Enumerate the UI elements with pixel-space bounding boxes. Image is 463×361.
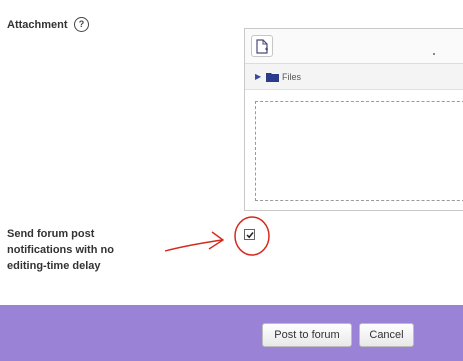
expand-arrow-icon[interactable]: ▶: [255, 72, 261, 81]
path-label-files[interactable]: Files: [282, 72, 301, 82]
question-circle-icon[interactable]: ?: [74, 17, 89, 32]
add-file-icon: [256, 39, 268, 54]
file-manager-toolbar: [245, 29, 463, 64]
cancel-button[interactable]: Cancel: [359, 323, 414, 347]
attachment-label: Attachment: [7, 19, 68, 31]
send-notifications-label: Send forum post notifications with no ed…: [7, 228, 114, 272]
annotation-arrow-head: [208, 231, 225, 250]
file-manager: ▶ Files: [244, 28, 463, 211]
folder-icon: [266, 73, 279, 82]
annotation-arrow: [164, 239, 223, 252]
toolbar-dot: [433, 53, 435, 55]
no-delay-checkbox[interactable]: [244, 229, 255, 240]
post-to-forum-button[interactable]: Post to forum: [262, 323, 352, 347]
add-file-button[interactable]: [251, 35, 273, 57]
form-footer: Post to forum Cancel: [0, 305, 463, 361]
checkmark-icon: [246, 232, 254, 239]
file-path-bar: ▶ Files: [245, 64, 463, 90]
file-drop-zone[interactable]: [255, 101, 463, 201]
